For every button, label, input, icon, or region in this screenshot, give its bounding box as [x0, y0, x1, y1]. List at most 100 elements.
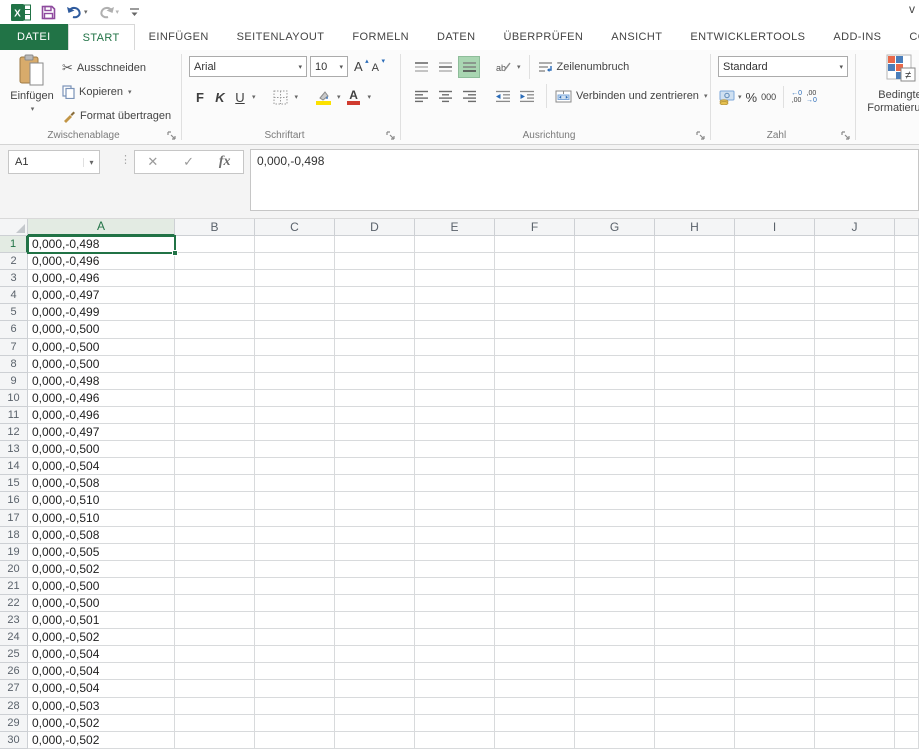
cell-B2[interactable]: [175, 253, 255, 271]
name-box[interactable]: A1 ▾: [8, 150, 100, 174]
cell-B13[interactable]: [175, 441, 255, 459]
formula-bar-input[interactable]: 0,000,-0,498: [250, 149, 919, 211]
cell-G11[interactable]: [575, 406, 655, 425]
redo-button[interactable]: ▾: [95, 2, 123, 22]
cell-F3[interactable]: [495, 270, 575, 288]
cell-partial-7[interactable]: [895, 338, 919, 356]
tab-überprüfen[interactable]: ÜBERPRÜFEN: [489, 24, 597, 50]
cell-F30[interactable]: [495, 731, 575, 749]
cell-E27[interactable]: [415, 680, 495, 698]
number-format-combo[interactable]: Standard ▾: [718, 56, 848, 77]
cell-D30[interactable]: [335, 731, 415, 749]
cell-D9[interactable]: [335, 372, 415, 390]
cell-G15[interactable]: [575, 475, 655, 493]
cell-C14[interactable]: [255, 458, 335, 476]
cell-J3[interactable]: [815, 270, 895, 288]
cell-J4[interactable]: [815, 287, 895, 305]
cell-I13[interactable]: [735, 441, 815, 459]
enter-button[interactable]: ✓: [183, 154, 194, 170]
cell-F4[interactable]: [495, 287, 575, 305]
cell-I12[interactable]: [735, 424, 815, 442]
cell-partial-15[interactable]: [895, 475, 919, 493]
merge-center-button[interactable]: Verbinden und zentrieren ▾: [555, 90, 707, 103]
align-right-button[interactable]: [458, 85, 480, 107]
font-color-button[interactable]: A: [343, 86, 365, 108]
cell-E12[interactable]: [415, 424, 495, 442]
cell-F11[interactable]: [495, 406, 575, 425]
cell-C11[interactable]: [255, 406, 335, 425]
row-header-29[interactable]: 29: [0, 714, 28, 732]
cell-C26[interactable]: [255, 663, 335, 681]
row-header-11[interactable]: 11: [0, 406, 28, 425]
cell-F24[interactable]: [495, 629, 575, 647]
cell-J30[interactable]: [815, 731, 895, 749]
cell-A2[interactable]: 0,000,-0,496: [28, 253, 175, 271]
row-header-26[interactable]: 26: [0, 663, 28, 681]
bold-button[interactable]: F: [191, 90, 209, 105]
cell-J18[interactable]: [815, 526, 895, 544]
cell-I16[interactable]: [735, 492, 815, 510]
cell-E14[interactable]: [415, 458, 495, 476]
cell-H25[interactable]: [655, 646, 735, 664]
cell-D29[interactable]: [335, 714, 415, 732]
cell-J25[interactable]: [815, 646, 895, 664]
cell-I3[interactable]: [735, 270, 815, 288]
conditional-formatting-button[interactable]: ≠ Bedingte Formatierung: [865, 54, 919, 115]
cut-button[interactable]: ✂ Ausschneiden: [60, 56, 173, 80]
font-color-dropdown-arrow[interactable]: ▾: [368, 93, 372, 101]
cell-G24[interactable]: [575, 629, 655, 647]
cell-D19[interactable]: [335, 543, 415, 561]
cell-A12[interactable]: 0,000,-0,497: [28, 424, 175, 442]
align-middle-button[interactable]: [434, 56, 456, 78]
cell-B25[interactable]: [175, 646, 255, 664]
alignment-dialog-launcher[interactable]: [696, 131, 706, 141]
decrease-decimal-button[interactable]: ,00 →0: [806, 90, 817, 104]
cell-D23[interactable]: [335, 612, 415, 630]
cell-G13[interactable]: [575, 441, 655, 459]
cell-J26[interactable]: [815, 663, 895, 681]
cell-C12[interactable]: [255, 424, 335, 442]
align-center-button[interactable]: [434, 85, 456, 107]
cell-D14[interactable]: [335, 458, 415, 476]
cell-G12[interactable]: [575, 424, 655, 442]
merge-center-dropdown-arrow[interactable]: ▾: [704, 92, 708, 100]
cell-partial-25[interactable]: [895, 646, 919, 664]
cell-E3[interactable]: [415, 270, 495, 288]
cell-G5[interactable]: [575, 304, 655, 322]
column-header-partial[interactable]: [895, 219, 919, 236]
cell-J22[interactable]: [815, 594, 895, 613]
cell-partial-10[interactable]: [895, 389, 919, 407]
cell-B4[interactable]: [175, 287, 255, 305]
cell-partial-8[interactable]: [895, 355, 919, 373]
cell-D7[interactable]: [335, 338, 415, 356]
cell-A18[interactable]: 0,000,-0,508: [28, 526, 175, 544]
orientation-dropdown-arrow[interactable]: ▾: [517, 63, 521, 71]
cell-J29[interactable]: [815, 714, 895, 732]
cell-D5[interactable]: [335, 304, 415, 322]
cell-D6[interactable]: [335, 321, 415, 339]
cell-partial-6[interactable]: [895, 321, 919, 339]
cell-G25[interactable]: [575, 646, 655, 664]
cell-F15[interactable]: [495, 475, 575, 493]
cell-G14[interactable]: [575, 458, 655, 476]
cell-H26[interactable]: [655, 663, 735, 681]
cell-E21[interactable]: [415, 577, 495, 595]
row-header-4[interactable]: 4: [0, 287, 28, 305]
cell-E26[interactable]: [415, 663, 495, 681]
cell-J14[interactable]: [815, 458, 895, 476]
row-header-9[interactable]: 9: [0, 372, 28, 390]
accounting-dropdown-arrow[interactable]: ▾: [738, 93, 742, 101]
cell-partial-19[interactable]: [895, 543, 919, 561]
row-header-1[interactable]: 1: [0, 236, 28, 254]
row-header-19[interactable]: 19: [0, 543, 28, 561]
cell-F18[interactable]: [495, 526, 575, 544]
tab-start[interactable]: START: [67, 24, 135, 50]
cell-G23[interactable]: [575, 612, 655, 630]
cell-partial-24[interactable]: [895, 629, 919, 647]
cell-D4[interactable]: [335, 287, 415, 305]
cell-J7[interactable]: [815, 338, 895, 356]
cell-partial-17[interactable]: [895, 509, 919, 527]
copy-dropdown-arrow[interactable]: ▾: [128, 88, 132, 96]
cell-partial-26[interactable]: [895, 663, 919, 681]
cell-J23[interactable]: [815, 612, 895, 630]
